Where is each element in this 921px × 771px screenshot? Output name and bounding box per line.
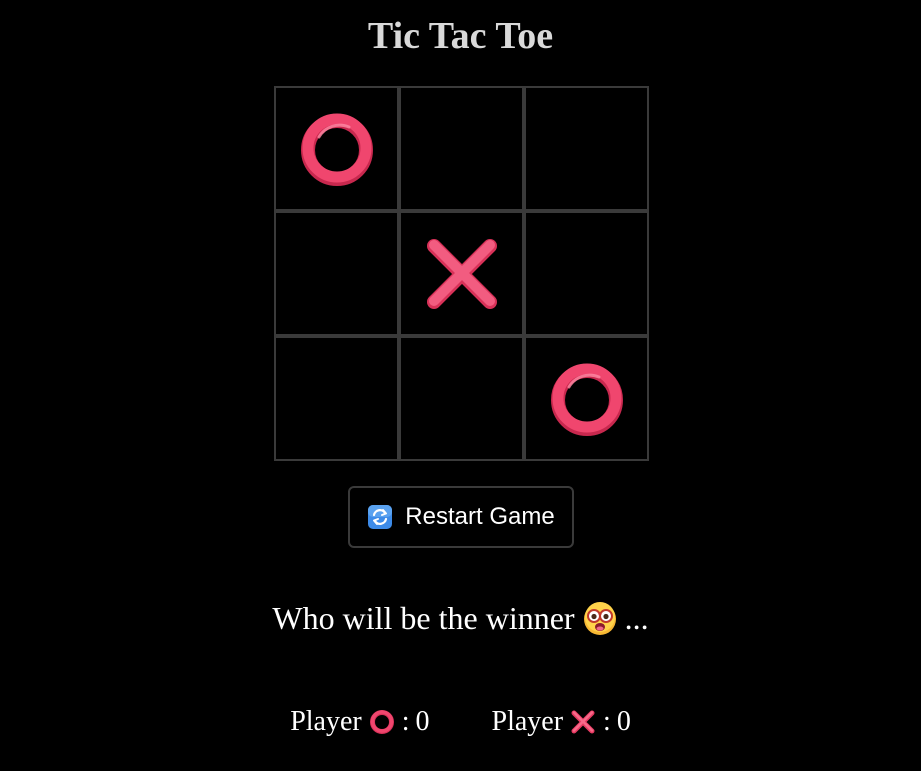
restart-game-button[interactable]: Restart Game — [348, 486, 574, 548]
score-separator: : — [603, 706, 611, 737]
scoreboard: Player : 0 Player : 0 — [0, 706, 921, 738]
board-cell-5[interactable] — [399, 211, 524, 336]
o-mark-icon — [368, 708, 396, 736]
score-value: 0 — [616, 706, 631, 737]
board-cell-2[interactable] — [399, 86, 524, 211]
restart-button-label: Restart Game — [405, 503, 555, 530]
x-mark-icon — [569, 708, 597, 736]
score-player-o: Player : 0 — [290, 706, 429, 738]
score-player-label: Player — [290, 706, 362, 737]
o-mark-icon — [550, 363, 623, 436]
status-ellipsis: ... — [624, 600, 649, 636]
o-mark-icon — [300, 113, 373, 186]
board-cell-1[interactable] — [274, 86, 399, 211]
game-board — [274, 86, 649, 461]
board-cell-4[interactable] — [274, 211, 399, 336]
board-cell-6[interactable] — [524, 211, 649, 336]
face-with-glasses-icon — [583, 601, 617, 636]
refresh-icon — [367, 504, 393, 530]
score-player-label: Player — [491, 706, 564, 737]
x-mark-icon — [426, 238, 497, 309]
score-value: 0 — [415, 706, 430, 737]
status-message: Who will be the winner ... — [0, 600, 921, 637]
board-cell-7[interactable] — [274, 336, 399, 461]
status-text: Who will be the winner — [272, 600, 575, 636]
score-separator: : — [401, 706, 410, 737]
board-cell-8[interactable] — [399, 336, 524, 461]
board-cell-9[interactable] — [524, 336, 649, 461]
page-title: Tic Tac Toe — [367, 15, 554, 57]
score-player-x: Player : 0 — [492, 706, 631, 738]
board-cell-3[interactable] — [524, 86, 649, 211]
